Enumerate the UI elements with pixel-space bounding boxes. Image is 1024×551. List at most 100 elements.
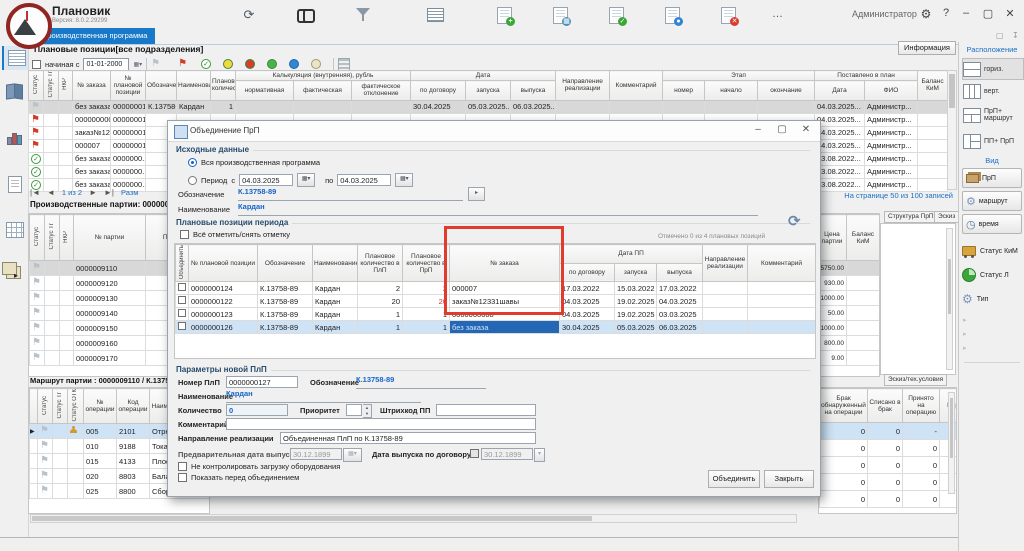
col-stage-end[interactable]: окончание [758, 81, 815, 100]
sidebar-item-archive[interactable] [2, 80, 26, 104]
col-placed-date[interactable]: Дата [815, 81, 865, 100]
status-red-filter-icon[interactable] [245, 59, 255, 69]
col-status-tg[interactable]: Статус Тг [57, 392, 64, 419]
pin-panel-icon[interactable]: ↧ [1012, 31, 1019, 40]
check-all-checkbox[interactable]: Всё отметить/снять отметку [180, 230, 290, 239]
col-launch[interactable]: запуска [615, 263, 657, 282]
col-direction[interactable]: Направление реализации [556, 71, 610, 101]
grouping-icon[interactable] [338, 58, 350, 71]
view-time-button[interactable]: ◷ время [962, 214, 1022, 234]
params-name-field[interactable]: Кардан [226, 389, 421, 403]
layout-prp-route-button[interactable]: ПрП+ маршрут [962, 102, 1024, 128]
calendar-icon[interactable]: ▦▾ [133, 61, 142, 68]
dialog-titlebar[interactable] [168, 121, 820, 142]
starting-from-checkbox[interactable] [32, 60, 41, 69]
period-to-input[interactable]: 04.03.2025 [337, 174, 391, 186]
table-row[interactable]: 1000.00 [818, 291, 880, 306]
name-field[interactable]: Кардан [238, 202, 758, 216]
col-status-tg[interactable]: Статус Тг [48, 71, 55, 98]
status-l-button[interactable]: Статус Л [962, 264, 1024, 286]
col-direction[interactable]: Направление реализации [703, 245, 748, 282]
radio-all-program[interactable]: Вся производственная программа [188, 158, 320, 167]
table-row[interactable]: 000 [820, 457, 958, 474]
radio-period[interactable]: Период с 04.03.2025 ▦▾ по 04.03.2025 ▦▾ [188, 173, 413, 187]
expander-chevron-icon[interactable]: ▸ [963, 316, 967, 324]
pager-expand-link[interactable]: Разм [121, 188, 138, 197]
table-row[interactable]: 50.00 [818, 306, 880, 321]
direction-input[interactable]: Объединенная ПлП по К.13758-89 [280, 432, 536, 444]
collapse-panel-icon[interactable]: ▢ [996, 31, 1004, 40]
col-qty[interactable]: Плановое количество [211, 71, 236, 101]
view-route-button[interactable]: ⚙ маршрут [962, 191, 1022, 211]
overflow-menu-icon[interactable]: … [772, 8, 784, 20]
col-nkr[interactable]: НКР [62, 78, 69, 90]
col-defect[interactable]: Брак обнаруженный на операции [820, 389, 868, 423]
table-row[interactable]: 800.00 [818, 336, 880, 351]
refresh-icon[interactable]: ⟳ [240, 6, 258, 23]
positions-vertical-scrollbar[interactable] [947, 70, 957, 190]
sidebar-item-document[interactable] [2, 172, 26, 196]
col-balance-kim[interactable]: Баланс КиМ [847, 215, 880, 261]
help-button[interactable]: ? [938, 7, 954, 19]
refresh-icon[interactable]: ⟳ [788, 212, 801, 230]
col-balance[interactable]: Баланс КиМ [918, 71, 948, 101]
comment-input[interactable] [226, 418, 536, 430]
barcode-input[interactable] [436, 404, 536, 416]
calendar-icon[interactable]: ▦▾ [297, 173, 315, 187]
status-green-filter-icon[interactable] [267, 59, 277, 69]
starting-from-date-input[interactable]: 01-01-2000 [83, 58, 129, 71]
col-accepted[interactable]: Принято на операцию [903, 389, 940, 423]
no-control-checkbox[interactable]: Не контролировать загрузку оборудования [178, 462, 340, 471]
sidebar-item-positions[interactable] [2, 46, 28, 70]
priority-spinner[interactable] [346, 404, 362, 416]
sidebar-item-report-table[interactable] [2, 218, 26, 242]
spinner-arrows-icon[interactable]: ▲▼ [363, 404, 372, 418]
qty-input[interactable]: 0 [226, 404, 288, 416]
table-row[interactable]: 1000.00 [818, 321, 880, 336]
table-row[interactable]: 000 [820, 440, 958, 457]
filter-funnel-icon[interactable] [356, 8, 370, 22]
pager-first-icon[interactable]: |◄ [30, 188, 40, 197]
col-op-code[interactable]: Код операции [117, 389, 150, 424]
expander-chevron-icon[interactable]: ▸ [963, 330, 967, 338]
col-release[interactable]: выпуска [657, 263, 703, 282]
col-status-otk[interactable]: Статус ОТК [72, 389, 79, 421]
dialog-maximize-button[interactable]: ▢ [775, 124, 789, 135]
contract-date-checkbox[interactable] [470, 449, 479, 458]
row-checkbox[interactable] [178, 322, 186, 330]
route-horizontal-scrollbar[interactable] [30, 514, 797, 523]
flag-gray-filter-icon[interactable]: ⚑ [151, 59, 160, 69]
col-name[interactable]: Наименование [177, 71, 211, 101]
col-launch[interactable]: запуска [466, 81, 511, 100]
designation-field[interactable]: К.13758-89 [238, 187, 463, 201]
expander-chevron-icon[interactable]: ▸ [963, 344, 967, 352]
settings-gear-icon[interactable]: ⚙ [918, 7, 934, 21]
tab-sketch[interactable]: Эскиз [934, 211, 959, 223]
col-status-tg[interactable]: Статус Тг [49, 223, 56, 250]
col-comment[interactable]: Комментарий [748, 245, 816, 282]
flag-red-filter-icon[interactable]: ⚑ [178, 59, 187, 69]
table-row[interactable]: ⚑ без заказа0000000126 К.13758-89Кардан … [29, 100, 948, 113]
col-qty-plp[interactable]: Плановое количество в ПлП [358, 245, 403, 282]
layout-vertical-button[interactable]: верт. [962, 80, 1024, 102]
params-designation-field[interactable]: К.13758-89 [356, 375, 486, 389]
layout-pp-prp-button[interactable]: ПП+ ПрП [962, 128, 1024, 154]
status-done-filter-icon[interactable]: ✓ [201, 59, 211, 69]
status-blue-filter-icon[interactable] [289, 59, 299, 69]
col-stage-no[interactable]: номер [663, 81, 705, 100]
sketch-panel-scrollbar[interactable] [946, 228, 953, 370]
col-designation[interactable]: Обозначение [146, 71, 177, 101]
col-price[interactable]: Цена партии [818, 215, 847, 261]
merge-button[interactable]: Объединить [708, 470, 760, 488]
minimize-button[interactable]: – [958, 7, 974, 19]
pager-next-icon[interactable]: ► [89, 188, 97, 197]
period-from-input[interactable]: 04.03.2025 [239, 174, 293, 186]
col-contract[interactable]: по договору [411, 81, 466, 100]
tab-sketch-conditions[interactable]: Эскиз/тех.условия [884, 374, 947, 386]
add-document-icon[interactable]: + [497, 7, 512, 24]
table-row[interactable]: 000 [820, 474, 958, 491]
table-row[interactable]: 5750.00 [818, 261, 880, 276]
type-button[interactable]: ⚙ Тип [962, 288, 1024, 310]
col-designation[interactable]: Обозначение [258, 245, 313, 282]
row-checkbox[interactable] [178, 296, 186, 304]
